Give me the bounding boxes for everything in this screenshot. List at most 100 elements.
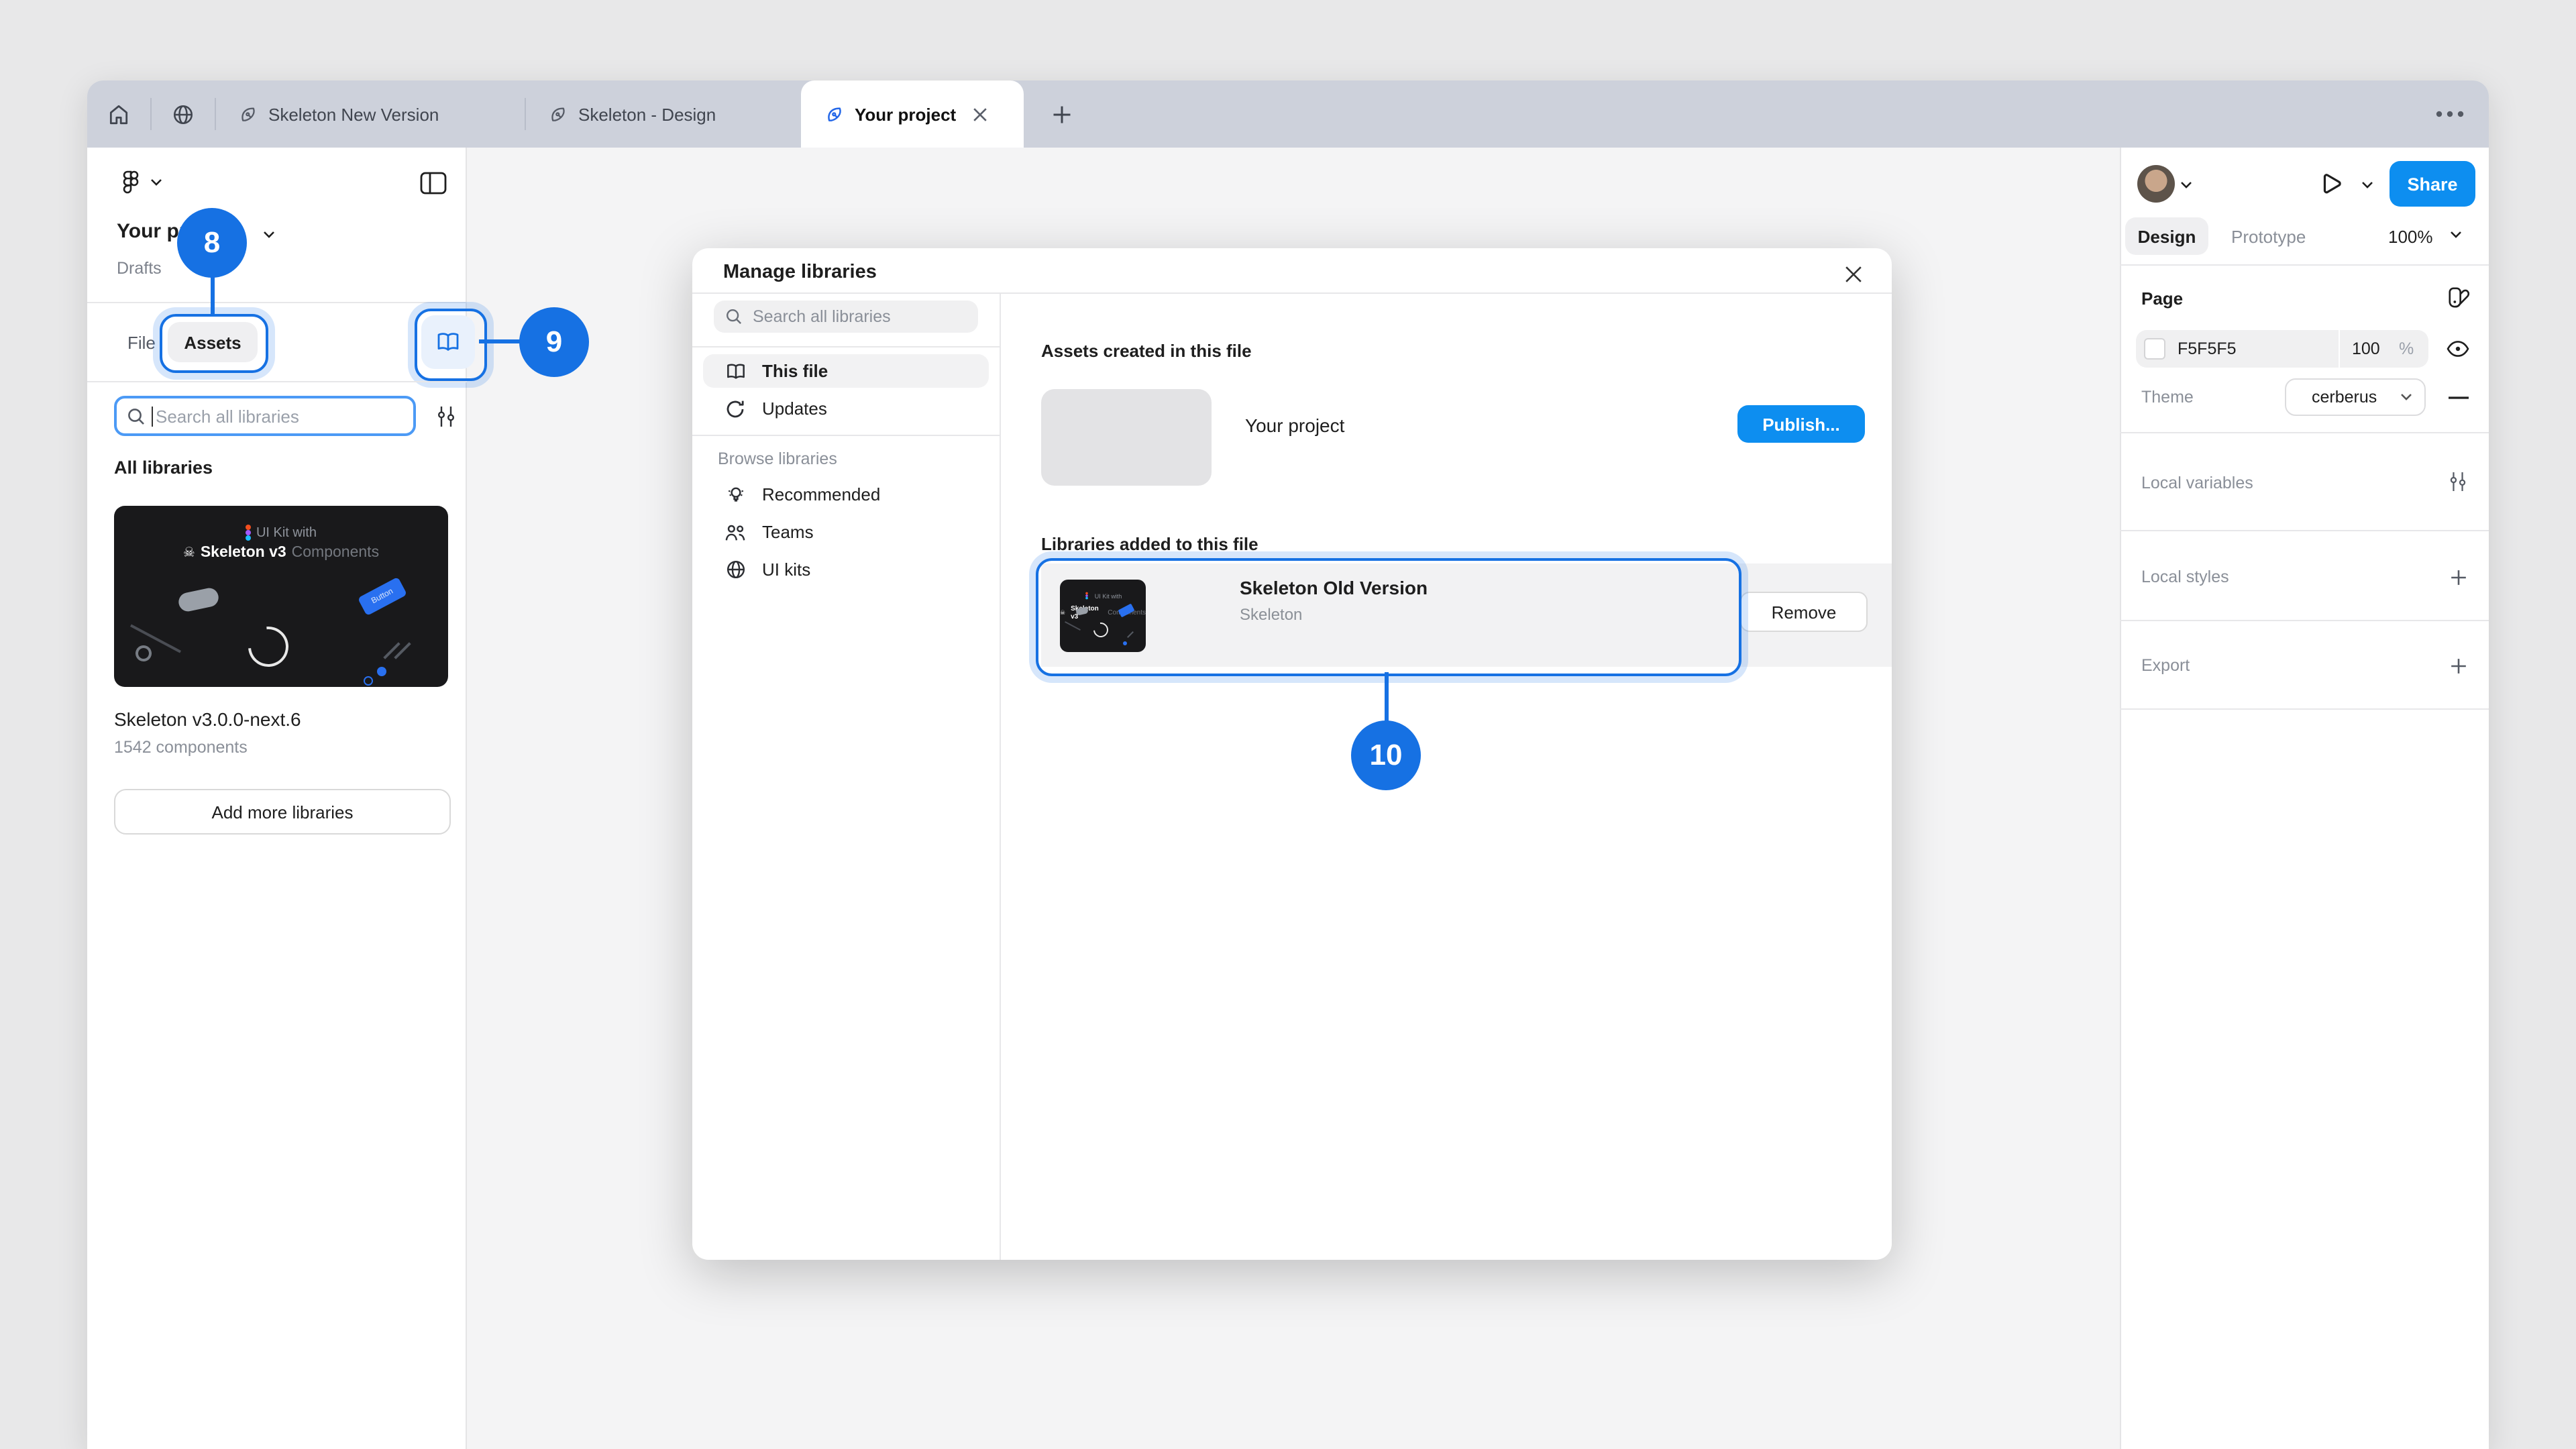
page-fill-hex[interactable]: F5F5F5 bbox=[2178, 339, 2237, 358]
chevron-down-icon[interactable] bbox=[2361, 181, 2373, 189]
add-more-libraries-label: Add more libraries bbox=[212, 802, 354, 822]
sliders-icon[interactable] bbox=[2446, 468, 2470, 495]
page-fill-row[interactable]: F5F5F5 100 % bbox=[2136, 330, 2428, 368]
field-separator bbox=[2339, 330, 2340, 368]
file-location[interactable]: Drafts bbox=[117, 259, 162, 278]
community-globe-button[interactable] bbox=[164, 98, 201, 130]
thumb-line1: UI Kit with bbox=[256, 525, 317, 540]
modal-nav-updates[interactable]: Updates bbox=[703, 392, 989, 425]
export-label: Export bbox=[2141, 656, 2190, 675]
annotation-connector-9 bbox=[479, 339, 521, 343]
tab-design[interactable]: Design bbox=[2125, 217, 2208, 255]
chip-label: Button bbox=[370, 588, 394, 606]
search-icon bbox=[127, 407, 145, 425]
divider bbox=[692, 435, 1000, 436]
remove-theme-minus-icon[interactable] bbox=[2446, 388, 2470, 407]
toggle-sidebar-panel-button[interactable] bbox=[419, 170, 448, 195]
thumb-decor-spinner bbox=[240, 619, 297, 676]
figma-logo-mini bbox=[246, 525, 251, 541]
tab-label: Skeleton - Design bbox=[578, 104, 716, 124]
chevron-down-icon[interactable] bbox=[2180, 181, 2192, 189]
search-icon bbox=[726, 309, 742, 325]
globe-icon bbox=[724, 559, 746, 580]
library-meta: 1542 components bbox=[114, 738, 248, 757]
styles-swatch-icon[interactable] bbox=[2445, 283, 2471, 310]
theme-dropdown[interactable]: cerberus bbox=[2285, 378, 2426, 416]
tab-design-label: Design bbox=[2138, 226, 2196, 246]
library-thumbnail[interactable]: UI Kit with ☠ Skeleton v3 Components But… bbox=[114, 506, 448, 687]
divider bbox=[2120, 620, 2489, 621]
annotation-highlight-libraries-button bbox=[415, 309, 487, 381]
new-tab-plus-button[interactable] bbox=[1046, 99, 1076, 129]
divider bbox=[2120, 264, 2489, 266]
chevron-down-icon[interactable] bbox=[2450, 231, 2462, 239]
divider bbox=[87, 302, 467, 303]
figma-file-icon bbox=[239, 105, 258, 123]
annotation-connector-8 bbox=[211, 275, 215, 317]
tab-skeleton-new-version[interactable]: Skeleton New Version bbox=[215, 80, 525, 148]
present-play-button[interactable] bbox=[2318, 172, 2343, 196]
divider bbox=[692, 292, 1892, 294]
modal-nav-this-file[interactable]: This file bbox=[703, 354, 989, 388]
badge-number: 10 bbox=[1370, 738, 1403, 773]
share-button[interactable]: Share bbox=[2390, 161, 2475, 207]
modal-nav-label: UI kits bbox=[762, 559, 810, 580]
modal-nav-recommended[interactable]: Recommended bbox=[703, 478, 989, 511]
modal-nav-teams[interactable]: Teams bbox=[703, 515, 989, 549]
modal-search-input[interactable]: Search all libraries bbox=[714, 301, 978, 333]
filter-sliders-icon[interactable] bbox=[432, 402, 459, 429]
annotation-badge-8: 8 bbox=[177, 208, 247, 278]
divider bbox=[2120, 708, 2489, 710]
modal-nav-label: This file bbox=[762, 361, 828, 381]
search-placeholder: Search all libraries bbox=[156, 406, 299, 426]
remove-label: Remove bbox=[1772, 602, 1837, 622]
section-heading-all-libraries: All libraries bbox=[114, 458, 213, 478]
tab-label: Skeleton New Version bbox=[268, 104, 439, 124]
tab-skeleton-design[interactable]: Skeleton - Design bbox=[525, 80, 801, 148]
zoom-level[interactable]: 100% bbox=[2388, 227, 2433, 247]
chevron-down-icon bbox=[2400, 393, 2412, 401]
people-icon bbox=[724, 523, 746, 541]
figma-main-menu-button[interactable] bbox=[118, 169, 142, 196]
skull-icon: ☠ bbox=[183, 545, 195, 560]
badge-number: 8 bbox=[204, 225, 221, 260]
thumb-decor-dot bbox=[364, 676, 373, 686]
chevron-down-icon[interactable] bbox=[263, 231, 275, 239]
annotation-badge-9: 9 bbox=[519, 307, 589, 377]
page-heading: Page bbox=[2141, 288, 2183, 309]
figma-file-icon bbox=[825, 105, 844, 123]
assets-created-heading: Assets created in this file bbox=[1041, 341, 1252, 361]
libraries-added-heading: Libraries added to this file bbox=[1041, 534, 1258, 554]
theme-label: Theme bbox=[2141, 388, 2194, 407]
thumb-line2-bold: Skeleton v3 bbox=[201, 545, 286, 561]
plus-icon[interactable] bbox=[2446, 565, 2470, 589]
lightbulb-icon bbox=[724, 484, 746, 504]
modal-nav-label: Recommended bbox=[762, 484, 880, 504]
visibility-eye-icon[interactable] bbox=[2445, 337, 2471, 361]
modal-nav-ui-kits[interactable]: UI kits bbox=[703, 553, 989, 586]
thumb-decor-dot bbox=[377, 667, 386, 676]
tab-file[interactable]: File bbox=[127, 333, 156, 353]
add-more-libraries-button[interactable]: Add more libraries bbox=[114, 789, 451, 835]
home-button[interactable] bbox=[99, 98, 137, 130]
annotation-connector-10 bbox=[1385, 672, 1389, 722]
divider bbox=[692, 346, 1000, 347]
publish-button[interactable]: Publish... bbox=[1737, 405, 1865, 443]
user-avatar[interactable] bbox=[2137, 165, 2175, 203]
window-more-ellipsis-button[interactable] bbox=[2431, 102, 2469, 126]
close-tab-icon[interactable] bbox=[972, 107, 987, 121]
modal-nav-label: Teams bbox=[762, 522, 814, 542]
annotation-highlight-library-row bbox=[1036, 558, 1741, 676]
chevron-down-icon[interactable] bbox=[150, 178, 162, 186]
library-name[interactable]: Skeleton v3.0.0-next.6 bbox=[114, 708, 301, 730]
plus-icon[interactable] bbox=[2446, 653, 2470, 678]
remove-button[interactable]: Remove bbox=[1740, 592, 1868, 632]
project-thumbnail-placeholder bbox=[1041, 389, 1212, 486]
close-icon[interactable] bbox=[1839, 260, 1866, 287]
tab-your-project-active[interactable]: Your project bbox=[801, 80, 1024, 148]
page-fill-opacity[interactable]: 100 bbox=[2352, 339, 2380, 358]
assets-search-input[interactable]: Search all libraries bbox=[114, 396, 416, 436]
color-swatch[interactable] bbox=[2144, 338, 2165, 360]
divider bbox=[1000, 292, 1001, 1260]
tab-prototype[interactable]: Prototype bbox=[2231, 227, 2306, 247]
